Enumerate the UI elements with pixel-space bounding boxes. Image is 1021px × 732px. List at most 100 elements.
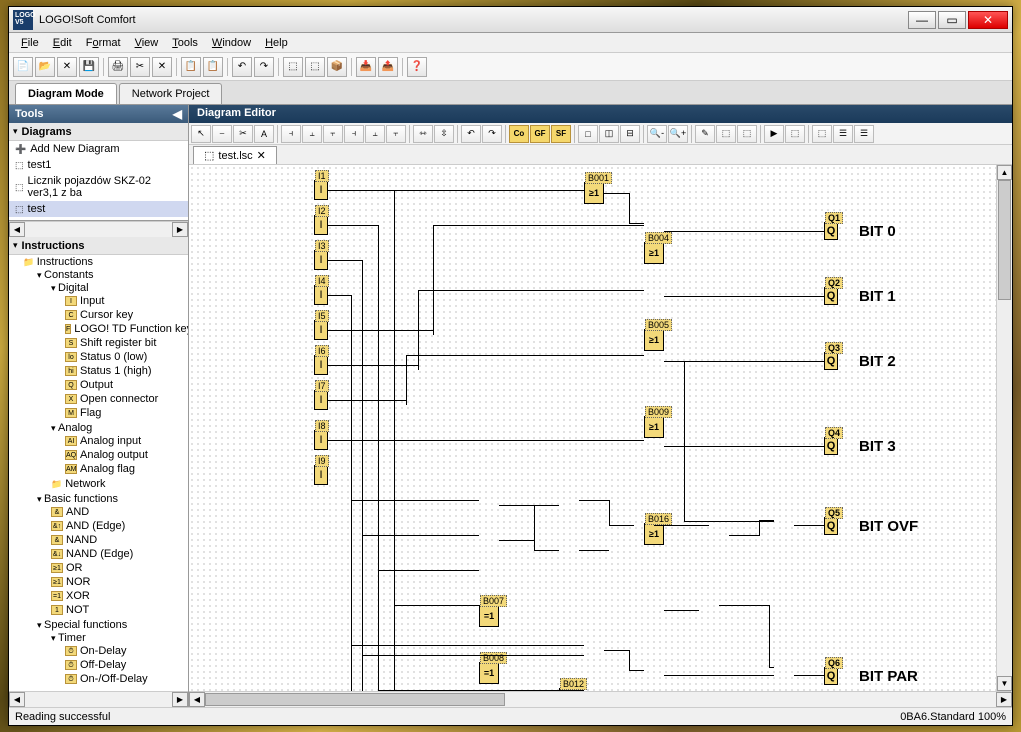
close-button[interactable]: ✕ [968,11,1008,29]
input-i8[interactable]: I8I [314,430,328,450]
conv-fbd[interactable]: ⬚ [716,125,736,143]
menu-tools[interactable]: Tools [166,35,204,51]
co-button[interactable]: Co [509,125,529,143]
input-i2[interactable]: I2I [314,215,328,235]
tree-digital[interactable]: Digital [51,282,89,294]
tree-constants[interactable]: Constants [37,269,94,281]
input-i1[interactable]: I1I [314,180,328,200]
tool-c[interactable]: 📦 [327,57,347,77]
block-b004[interactable]: B004≥1 [644,242,664,264]
split-v[interactable]: ◫ [599,125,619,143]
help-button[interactable]: ❓ [407,57,427,77]
block-b001[interactable]: B001≥1 [584,182,604,204]
tree-analog[interactable]: Analog [51,422,92,434]
text-tool[interactable]: A [254,125,274,143]
diagram-item[interactable]: ⬚test1 [9,157,188,173]
align-center-v[interactable]: ⫠ [302,125,322,143]
close-file-button[interactable]: ✕ [57,57,77,77]
gf-button[interactable]: GF [530,125,550,143]
collapse-icon[interactable]: ◀ [173,107,182,121]
tree-hscroll[interactable]: ◀▶ [9,691,188,707]
tree-special[interactable]: Special functions [37,619,127,631]
minimize-button[interactable]: — [908,11,936,29]
instructions-section-header[interactable]: Instructions [9,237,188,255]
block-b008[interactable]: B008=1 [479,662,499,684]
menu-file[interactable]: File [15,35,45,51]
align-left[interactable]: ⫞ [281,125,301,143]
zoom-out[interactable]: 🔍- [647,125,667,143]
undo-button[interactable]: ↶ [232,57,252,77]
conv-lad[interactable]: ⬚ [737,125,757,143]
canvas-vscroll[interactable]: ▲▼ [996,165,1012,691]
tree-basic[interactable]: Basic functions [37,493,118,505]
input-i4[interactable]: I4I [314,285,328,305]
align-right[interactable]: ⫟ [323,125,343,143]
sf-button[interactable]: SF [551,125,571,143]
block-b007[interactable]: B007=1 [479,605,499,627]
menu-help[interactable]: Help [259,35,294,51]
input-i9[interactable]: I9I [314,465,328,485]
dist-v[interactable]: ⇳ [434,125,454,143]
sim-stop[interactable]: ⬚ [785,125,805,143]
props[interactable]: ☰ [833,125,853,143]
output-q5[interactable]: Q5Q [824,517,838,535]
paste-button[interactable]: 📋 [203,57,223,77]
align-bottom[interactable]: ⫟ [386,125,406,143]
select-tool[interactable]: ↖ [191,125,211,143]
open-button[interactable]: 📂 [35,57,55,77]
redo-ed[interactable]: ↷ [482,125,502,143]
input-i3[interactable]: I3I [314,250,328,270]
menu-format[interactable]: Format [80,35,127,51]
add-new-diagram[interactable]: ➕Add New Diagram [9,141,188,157]
page-setup[interactable]: ✎ [695,125,715,143]
output-q2[interactable]: Q2Q [824,287,838,305]
close-icon[interactable]: ✕ [257,149,266,162]
dist-h[interactable]: ⇿ [413,125,433,143]
redo-button[interactable]: ↷ [254,57,274,77]
cut-button[interactable]: ✂ [130,57,150,77]
transfer-button[interactable]: 📥 [356,57,376,77]
diagram-canvas[interactable]: I1I I2I I3I I4I I5I I6I I7I I8I I9I B001… [189,165,996,691]
align-middle-h[interactable]: ⫠ [365,125,385,143]
split-none[interactable]: □ [578,125,598,143]
cut-tool[interactable]: ✂ [233,125,253,143]
tree-timer[interactable]: Timer [51,632,86,644]
block-b016[interactable]: B016≥1 [644,523,664,545]
comments[interactable]: ☰ [854,125,874,143]
maximize-button[interactable]: ▭ [938,11,966,29]
tab-network-project[interactable]: Network Project [119,83,223,104]
tab-diagram-mode[interactable]: Diagram Mode [15,83,117,104]
menu-edit[interactable]: Edit [47,35,78,51]
split-h[interactable]: ⊟ [620,125,640,143]
diagrams-section-header[interactable]: Diagrams [9,123,188,141]
print-button[interactable]: 🖨 [108,57,128,77]
new-button[interactable]: 📄 [13,57,33,77]
tools-panel-header[interactable]: Tools ◀ [9,105,188,123]
save-button[interactable]: 💾 [79,57,99,77]
undo-ed[interactable]: ↶ [461,125,481,143]
output-q4[interactable]: Q4Q [824,437,838,455]
instructions-tree[interactable]: Instructions Constants Digital IInput CC… [9,255,188,691]
block-b005[interactable]: B005≥1 [644,329,664,351]
tool-b[interactable]: ⬚ [305,57,325,77]
sim-start[interactable]: ▶ [764,125,784,143]
input-i5[interactable]: I5I [314,320,328,340]
input-i6[interactable]: I6I [314,355,328,375]
delete-button[interactable]: ✕ [152,57,172,77]
diagrams-hscroll[interactable]: ◀▶ [9,221,188,237]
output-q6[interactable]: Q6Q [824,667,838,685]
overview[interactable]: ⬚ [812,125,832,143]
output-q1[interactable]: Q1Q [824,222,838,240]
zoom-in[interactable]: 🔍+ [668,125,688,143]
diagram-item-selected[interactable]: ⬚test [9,201,188,217]
menu-window[interactable]: Window [206,35,257,51]
diagram-item[interactable]: ⬚Licznik pojazdów SKZ-02 ver3,1 z ba [9,173,188,201]
output-q3[interactable]: Q3Q [824,352,838,370]
menu-view[interactable]: View [129,35,165,51]
canvas-hscroll[interactable]: ◀▶ [189,691,1012,707]
tree-root[interactable]: Instructions [23,256,93,268]
align-top[interactable]: ⫞ [344,125,364,143]
download-button[interactable]: 📤 [378,57,398,77]
tool-a[interactable]: ⬚ [283,57,303,77]
title-bar[interactable]: LOGOV5 LOGO!Soft Comfort — ▭ ✕ [9,7,1012,33]
